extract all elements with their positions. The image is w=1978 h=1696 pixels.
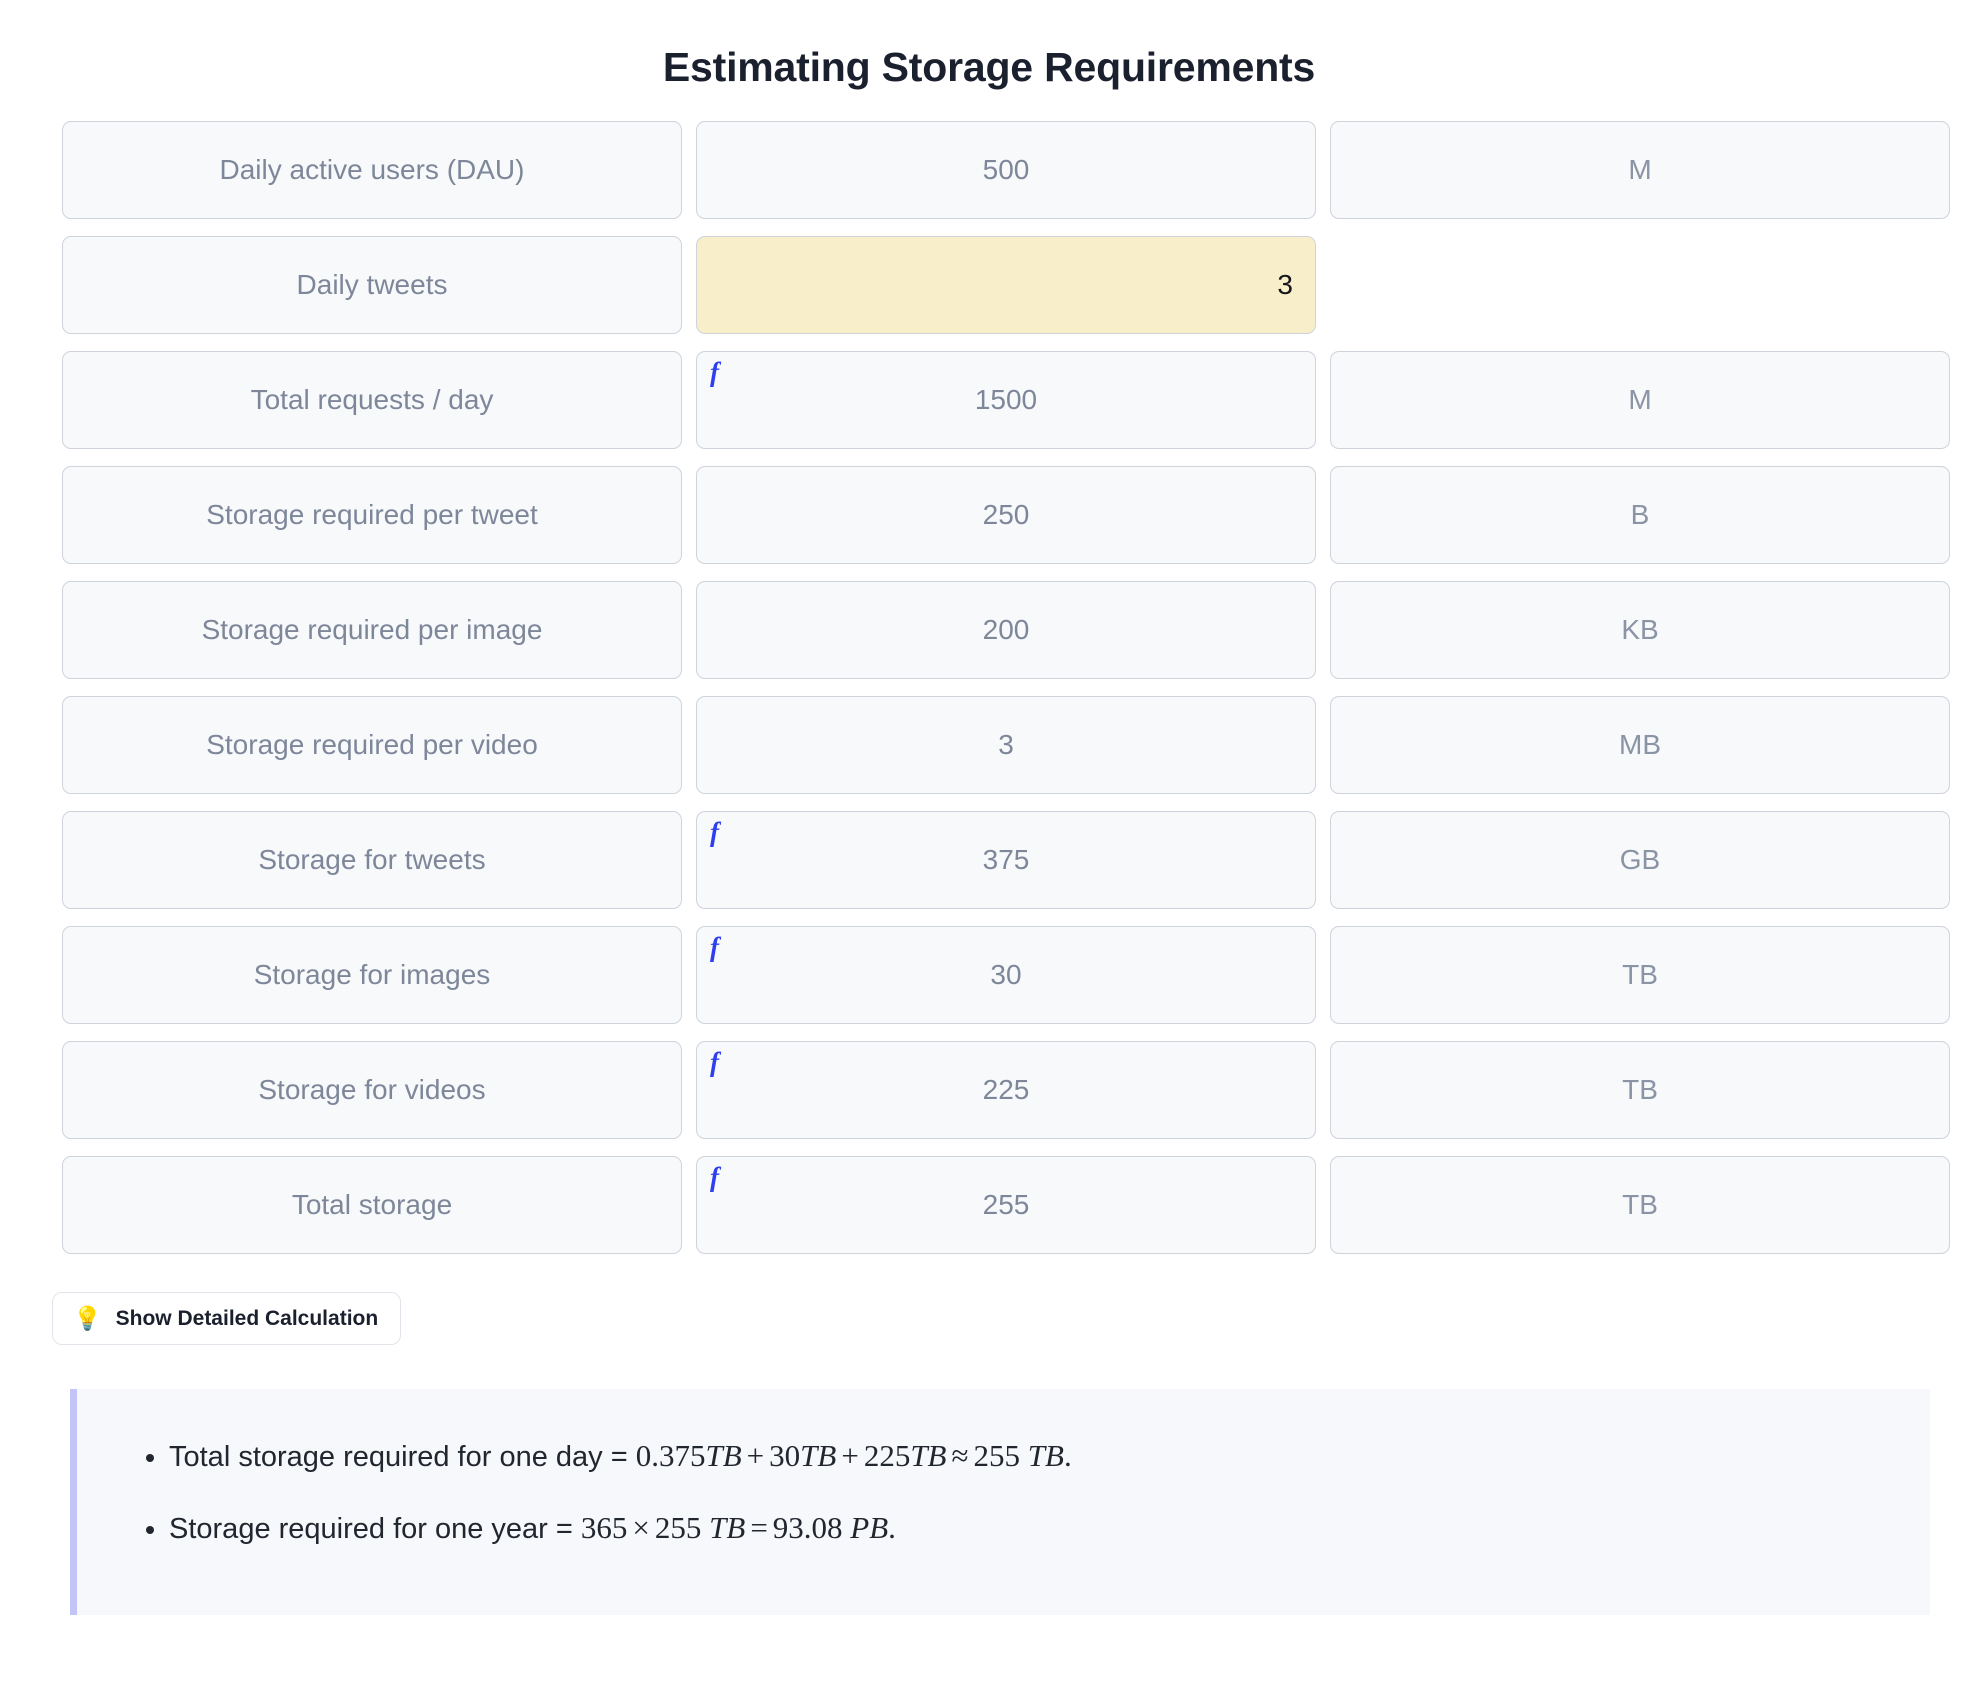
formula-icon: f <box>710 1047 719 1078</box>
bullet-text-1: Storage required for one year = <box>169 1513 581 1546</box>
row-value-text-1: 3 <box>1277 269 1293 301</box>
row-unit-9: TB <box>1330 1156 1950 1255</box>
storage-estimator-page: Estimating Storage Requirements Daily ac… <box>0 0 1978 1696</box>
bullet-math-0: 0.375TB +30TB +225TB ≈255 TB. <box>635 1438 1072 1474</box>
row-value-9: f 255 <box>696 1156 1316 1255</box>
row-label-0: Daily active users (DAU) <box>62 121 682 220</box>
formula-icon: f <box>710 817 719 848</box>
row-value-3: 250 <box>696 466 1316 565</box>
row-label-9: Total storage <box>62 1156 682 1255</box>
calc-row: Storage for images f 30 TB <box>62 926 1950 1025</box>
calc-row: Storage required per image 200 KB <box>62 581 1950 680</box>
show-detailed-calculation-label: Show Detailed Calculation <box>115 1307 379 1331</box>
row-value-5: 3 <box>696 696 1316 795</box>
row-input-1[interactable]: 3 <box>696 236 1316 335</box>
calculation-grid: Daily active users (DAU) 500 M Daily tweets… <box>0 121 1978 1255</box>
row-label-4: Storage required per image <box>62 581 682 680</box>
row-label-7: Storage for images <box>62 926 682 1025</box>
bullet-math-1: 365 × 255 TB = 93.08 PB. <box>580 1510 896 1546</box>
row-label-2: Total requests / day <box>62 351 682 450</box>
formula-icon: f <box>710 1162 719 1193</box>
row-unit-empty-1 <box>1330 236 1950 334</box>
calculation-bullet: Total storage required for one day = 0.3… <box>169 1435 1890 1477</box>
lightbulb-icon: 💡 <box>73 1305 102 1332</box>
calc-row: Storage required per tweet 250 B <box>62 466 1950 565</box>
show-detailed-calculation-button[interactable]: 💡 Show Detailed Calculation <box>52 1292 402 1346</box>
row-value-6: f 375 <box>696 811 1316 910</box>
row-unit-8: TB <box>1330 1041 1950 1140</box>
row-label-5: Storage required per video <box>62 696 682 795</box>
row-value-text-8: 225 <box>982 1074 1030 1106</box>
row-value-text-0: 500 <box>982 154 1030 186</box>
calc-row: Storage for tweets f 375 GB <box>62 811 1950 910</box>
calculation-bullet: Storage required for one year = 365×255 … <box>169 1507 1890 1549</box>
row-value-text-2: 1500 <box>974 384 1038 416</box>
row-value-text-7: 30 <box>990 959 1022 991</box>
calc-row: Daily tweets 3 <box>62 236 1918 335</box>
row-unit-5: MB <box>1330 696 1950 795</box>
row-unit-6: GB <box>1330 811 1950 910</box>
formula-icon: f <box>710 932 719 963</box>
row-value-2: f 1500 <box>696 351 1316 450</box>
row-label-3: Storage required per tweet <box>62 466 682 565</box>
formula-icon: f <box>710 357 719 388</box>
calc-row: Daily active users (DAU) 500 M <box>62 121 1950 220</box>
calc-row: Total storage f 255 TB <box>62 1156 1950 1255</box>
calc-row: Total requests / day f 1500 M <box>62 351 1950 450</box>
row-value-text-4: 200 <box>982 614 1030 646</box>
row-value-text-3: 250 <box>982 499 1030 531</box>
row-label-6: Storage for tweets <box>62 811 682 910</box>
row-unit-0: M <box>1330 121 1950 220</box>
detailed-calculation-callout: Total storage required for one day = 0.3… <box>70 1389 1930 1616</box>
row-unit-7: TB <box>1330 926 1950 1025</box>
page-title: Estimating Storage Requirements <box>662 44 1316 90</box>
calc-row: Storage required per video 3 MB <box>62 696 1950 795</box>
row-unit-2: M <box>1330 351 1950 450</box>
row-unit-4: KB <box>1330 581 1950 680</box>
toggle-container: 💡 Show Detailed Calculation <box>0 1254 1978 1346</box>
calc-row: Storage for videos f 225 TB <box>62 1041 1950 1140</box>
row-value-7: f 30 <box>696 926 1316 1025</box>
row-value-4: 200 <box>696 581 1316 680</box>
row-label-1: Daily tweets <box>62 236 682 335</box>
row-value-text-5: 3 <box>998 729 1014 761</box>
row-value-8: f 225 <box>696 1041 1316 1140</box>
row-value-0: 500 <box>696 121 1316 220</box>
calculation-bullet-list: Total storage required for one day = 0.3… <box>117 1435 1890 1549</box>
row-value-text-9: 255 <box>982 1189 1030 1221</box>
row-value-text-6: 375 <box>982 844 1030 876</box>
bullet-text-0: Total storage required for one day = <box>169 1441 636 1474</box>
row-unit-3: B <box>1330 466 1950 565</box>
row-label-8: Storage for videos <box>62 1041 682 1140</box>
